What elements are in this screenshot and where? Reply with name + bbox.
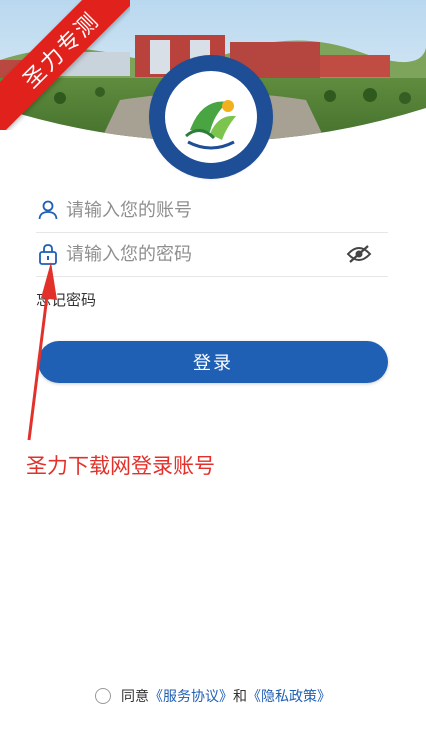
school-emblem-icon [152,58,270,176]
password-field[interactable] [36,232,388,277]
login-button[interactable]: 登录 [38,341,388,383]
agreement-prefix: 同意 [121,689,149,705]
forgot-password-link[interactable]: 忘记密码 [36,289,96,310]
lock-icon [39,244,57,265]
annotation-text: 圣力下载网登录账号 [26,454,215,478]
privacy-policy-link[interactable]: 《隐私政策》 [247,686,331,706]
account-input[interactable] [66,199,388,221]
user-icon [38,200,58,220]
account-field[interactable] [36,188,388,233]
eye-off-icon[interactable] [346,244,372,264]
agreement-radio[interactable] [95,688,111,704]
agreement-conjunction: 和 [233,689,247,705]
service-agreement-link[interactable]: 《服务协议》 [149,686,233,706]
school-logo [152,58,270,176]
agreement-row: 同意 《服务协议》 和 《隐私政策》 [0,686,426,706]
password-input[interactable] [66,243,346,265]
